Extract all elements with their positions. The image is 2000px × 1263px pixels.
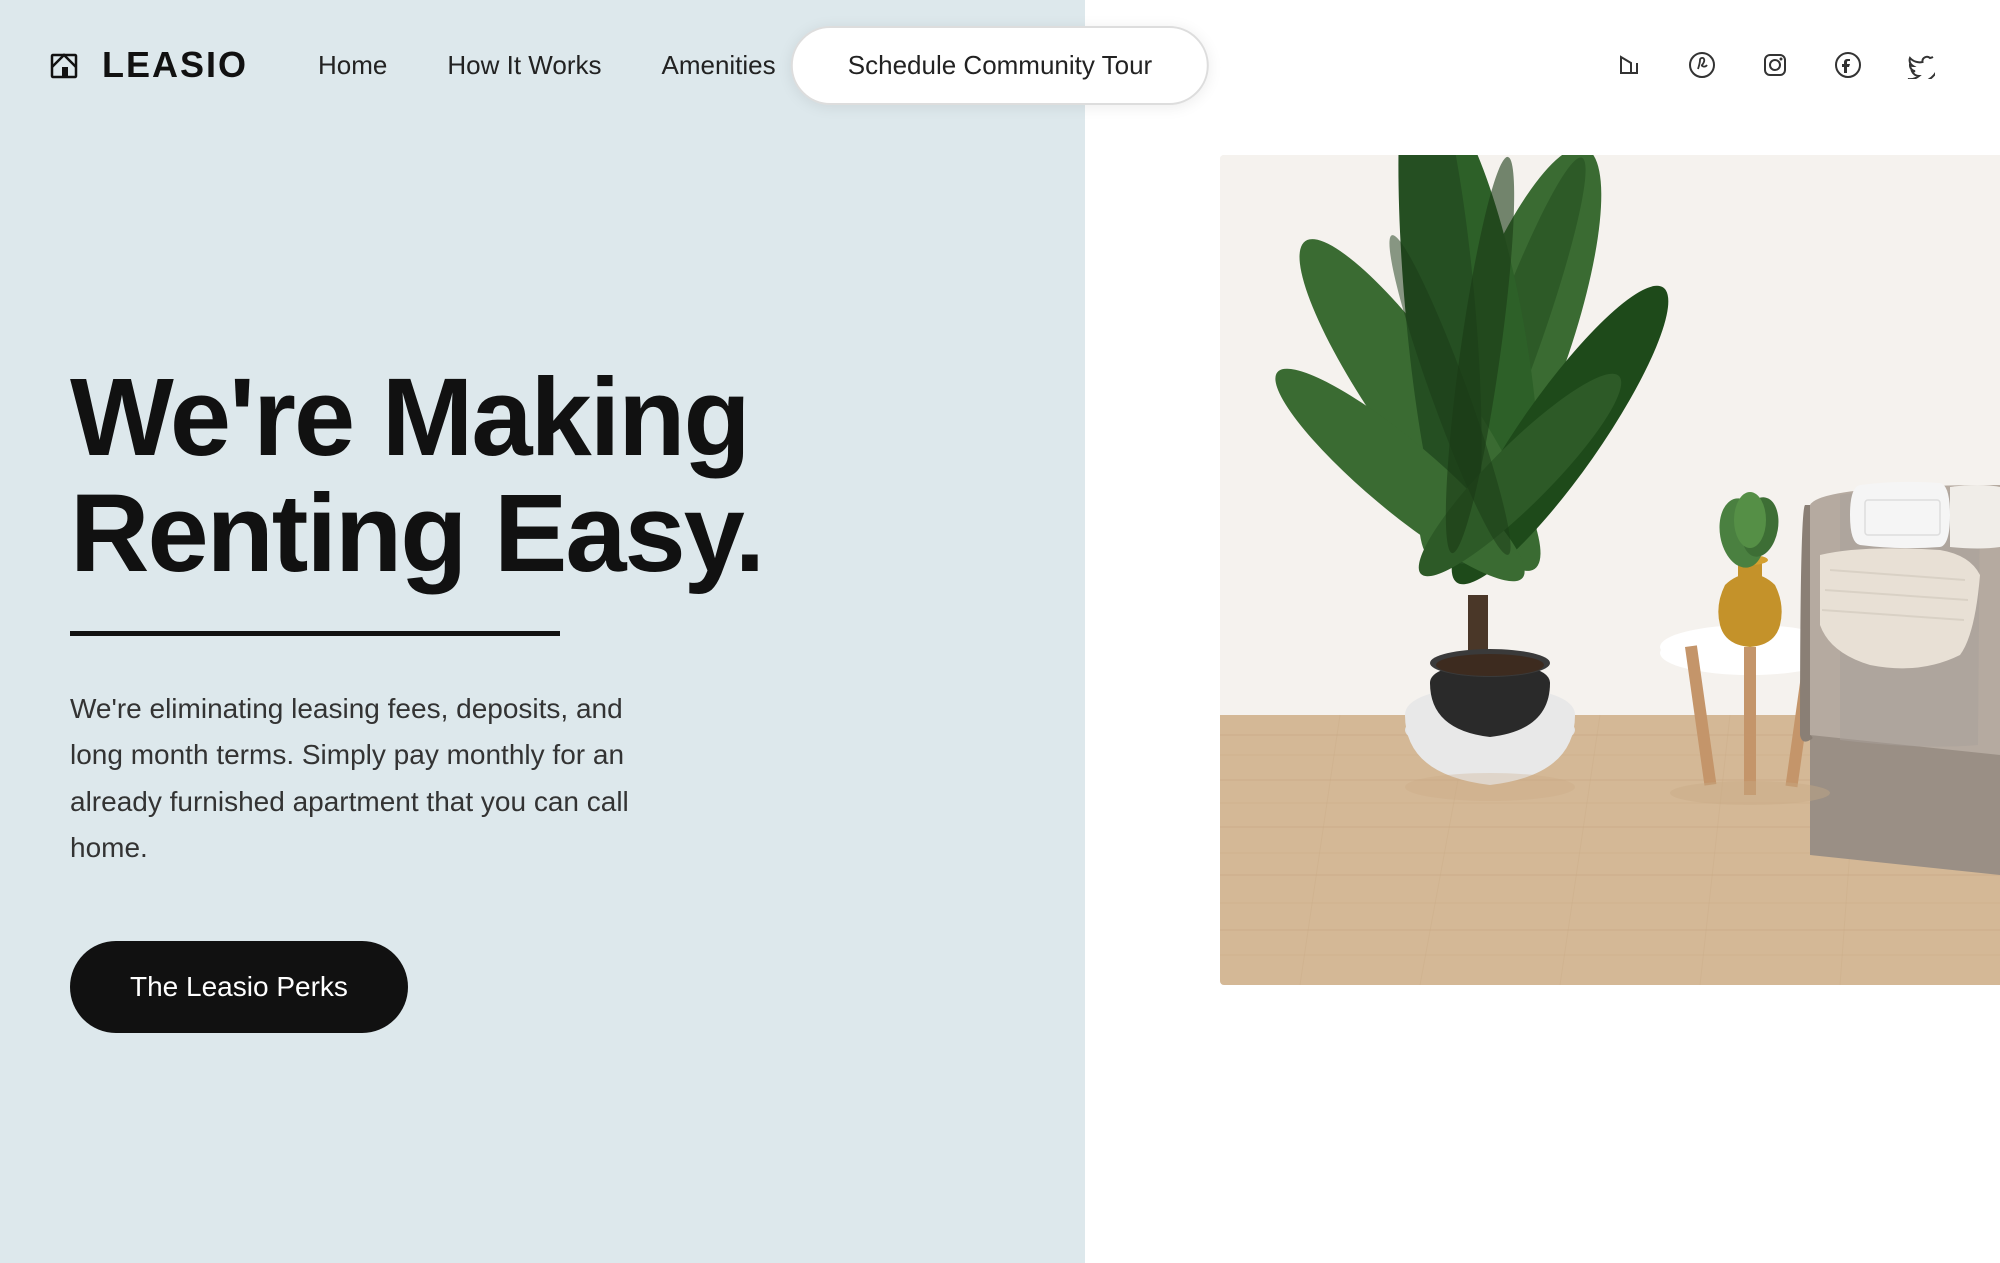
- title-divider: [70, 631, 560, 636]
- nav-link-amenities[interactable]: Amenities: [661, 50, 775, 81]
- schedule-tour-button[interactable]: Schedule Community Tour: [791, 26, 1209, 105]
- hero-right-section: [1085, 0, 2000, 1263]
- logo-container[interactable]: LEASIO: [50, 44, 248, 86]
- nav-link-home[interactable]: Home: [318, 50, 387, 81]
- room-scene: [1220, 155, 2000, 985]
- hero-title-line2: Renting Easy.: [70, 472, 763, 595]
- facebook-icon[interactable]: [1829, 46, 1867, 84]
- navbar-center: Schedule Community Tour: [791, 26, 1209, 105]
- page-wrapper: LEASIO Home How It Works Amenities Our P…: [0, 0, 2000, 1263]
- twitter-icon[interactable]: [1902, 46, 1940, 84]
- logo-icon: [50, 45, 90, 85]
- room-image: [1220, 155, 2000, 985]
- navbar-right: [1560, 0, 2000, 130]
- instagram-icon[interactable]: [1756, 46, 1794, 84]
- houzz-icon[interactable]: [1610, 46, 1648, 84]
- logo-text: LEASIO: [102, 44, 248, 86]
- pinterest-icon[interactable]: [1683, 46, 1721, 84]
- hero-description: We're eliminating leasing fees, deposits…: [70, 686, 650, 871]
- perks-button[interactable]: The Leasio Perks: [70, 941, 408, 1033]
- hero-title-line1: We're Making: [70, 356, 749, 479]
- hero-left-section: We're Making Renting Easy. We're elimina…: [0, 0, 1085, 1263]
- hero-title: We're Making Renting Easy.: [70, 360, 1005, 591]
- nav-link-how-it-works[interactable]: How It Works: [447, 50, 601, 81]
- navbar: LEASIO Home How It Works Amenities Our P…: [0, 0, 2000, 130]
